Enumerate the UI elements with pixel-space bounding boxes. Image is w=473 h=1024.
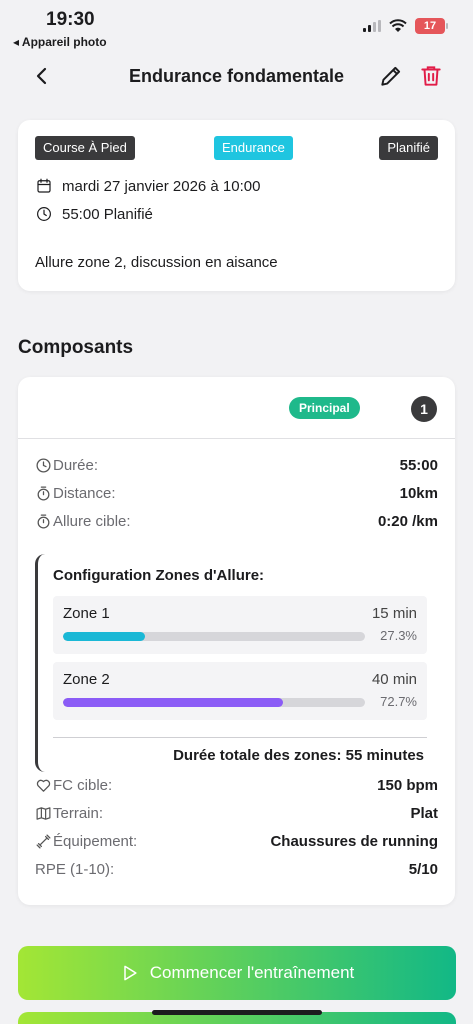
clock-icon <box>36 458 51 473</box>
session-duration: 55:00 Planifié <box>62 205 153 223</box>
terrain-value: Plat <box>410 805 438 822</box>
status-tag: Planifié <box>379 136 438 160</box>
zone-progress-fill <box>63 632 146 641</box>
rpe-field: RPE (1-10): 5/10 <box>35 861 438 883</box>
heart-icon <box>36 779 51 792</box>
zone-item: Zone 2 40 min 72.7% <box>53 662 427 720</box>
trash-icon[interactable] <box>418 63 444 89</box>
divider <box>53 737 427 738</box>
stopwatch-icon <box>37 514 50 529</box>
distance-label: Distance: <box>53 485 116 502</box>
status-time: 19:30 <box>46 9 95 30</box>
components-section-title: Composants <box>18 337 134 358</box>
zone-progress-track <box>63 632 365 641</box>
component-header: Principal 1 <box>18 377 455 439</box>
zone-name: Zone 1 <box>63 605 110 622</box>
terrain-field: Terrain: Plat <box>35 805 438 827</box>
date-row: mardi 27 janvier 2026 à 10:00 <box>35 177 260 195</box>
battery-icon: 17 <box>415 18 448 34</box>
status-icons: 17 <box>363 18 448 34</box>
home-indicator[interactable] <box>152 1010 322 1015</box>
play-icon <box>124 965 137 981</box>
start-workout-button[interactable]: Commencer l'entraînement <box>18 946 456 1000</box>
duration-value: 55:00 <box>399 457 438 474</box>
duration-row: 55:00 Planifié <box>35 205 153 223</box>
session-date: mardi 27 janvier 2026 à 10:00 <box>62 177 261 195</box>
edit-pencil-icon[interactable] <box>378 63 404 89</box>
zones-total-duration: Durée totale des zones: 55 minutes <box>173 747 424 764</box>
target-pace-field: Allure cible: 0:20 /km <box>35 513 438 535</box>
target-hr-field: FC cible: 150 bpm <box>35 777 438 799</box>
component-number-badge: 1 <box>411 396 437 422</box>
pace-zones-config: Configuration Zones d'Allure: Zone 1 15 … <box>35 554 427 772</box>
zone-progress-fill <box>63 698 283 707</box>
equipment-field: Équipement: Chaussures de running <box>35 833 438 855</box>
category-tag: Endurance <box>214 136 293 160</box>
status-bar: 19:30 ◂ Appareil photo 17 <box>0 0 473 52</box>
target-hr-value: 150 bpm <box>377 777 438 794</box>
zone-percent: 27.3% <box>380 628 417 643</box>
distance-field: Distance: 10km <box>35 485 438 507</box>
nav-bar: Endurance fondamentale <box>0 58 473 98</box>
component-card: Principal 1 Durée: 55:00 Distance: 10km … <box>18 377 455 905</box>
back-to-app-link[interactable]: ◂ Appareil photo <box>13 35 107 49</box>
equipment-value: Chaussures de running <box>270 833 438 850</box>
principal-badge: Principal <box>289 397 360 419</box>
zone-item: Zone 1 15 min 27.3% <box>53 596 427 654</box>
map-icon <box>36 807 51 820</box>
calendar-icon <box>37 178 51 193</box>
session-summary-card: Course À Pied Endurance Planifié mardi 2… <box>18 120 455 291</box>
zone-progress-track <box>63 698 365 707</box>
dumbbell-icon <box>36 834 51 849</box>
session-description: Allure zone 2, discussion en aisance <box>35 254 278 271</box>
zone-duration: 15 min <box>371 605 417 622</box>
wifi-icon <box>389 19 407 32</box>
target-pace-value: 0:20 /km <box>377 513 438 530</box>
rpe-value: 5/10 <box>408 861 438 878</box>
zones-title: Configuration Zones d'Allure: <box>53 567 265 584</box>
duration-label: Durée: <box>53 457 99 474</box>
clock-icon <box>37 207 51 221</box>
start-workout-label: Commencer l'entraînement <box>149 963 355 982</box>
target-hr-label: FC cible: <box>53 777 113 794</box>
rpe-label: RPE (1-10): <box>35 861 115 878</box>
zone-percent: 72.7% <box>380 694 417 709</box>
cellular-signal-icon <box>363 20 381 32</box>
duration-field: Durée: 55:00 <box>35 457 438 479</box>
target-pace-label: Allure cible: <box>53 513 131 530</box>
zone-duration: 40 min <box>371 671 417 688</box>
sport-tag: Course À Pied <box>35 136 135 160</box>
stopwatch-icon <box>37 486 50 501</box>
zone-name: Zone 2 <box>63 671 110 688</box>
equipment-label: Équipement: <box>53 833 138 850</box>
distance-value: 10km <box>399 485 438 502</box>
terrain-label: Terrain: <box>53 805 104 822</box>
